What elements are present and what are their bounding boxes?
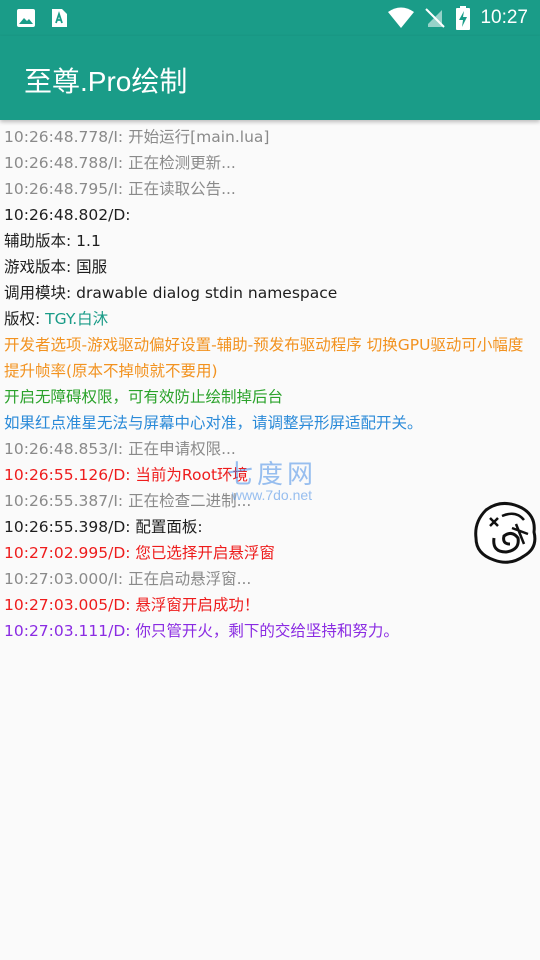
log-line: 10:27:03.005/D: 悬浮窗开启成功！ <box>4 596 260 614</box>
log-line-copyright: 版权: TGY.白沐 <box>4 306 536 332</box>
log-line: 开发者选项-游戏驱动偏好设置-辅助-预发布驱动程序 切换GPU驱动可小幅度提升帧… <box>4 336 524 380</box>
log-line: 10:27:03.111/D: 你只管开火，剩下的交给坚持和努力。 <box>4 622 399 640</box>
log-line: 调用模块: drawable dialog stdin namespace <box>4 284 338 302</box>
no-sim-icon <box>424 7 446 29</box>
log-line: 10:27:02.995/D: 您已选择开启悬浮窗 <box>4 544 275 562</box>
log-line: 10:26:48.778/I: 开始运行[main.lua] <box>4 128 270 146</box>
status-bar: 10:27 <box>0 0 540 36</box>
wifi-icon <box>388 7 415 29</box>
font-app-icon <box>50 8 68 28</box>
status-left <box>16 8 68 28</box>
log-line: 开启无障碍权限，可有效防止绘制掉后台 <box>4 388 284 406</box>
log-line: 游戏版本: 国服 <box>4 258 108 276</box>
copyright-label: 版权: <box>4 310 46 328</box>
app-bar: 至尊.Pro绘制 <box>0 36 540 120</box>
floating-window-icon <box>472 502 540 570</box>
battery-charging-icon <box>456 6 471 30</box>
floating-window-button[interactable] <box>472 500 540 566</box>
copyright-author: TGY.白沐 <box>45 310 109 328</box>
status-right: 10:27 <box>388 6 528 30</box>
log-line: 10:26:48.795/I: 正在读取公告... <box>4 180 236 198</box>
status-time: 10:27 <box>480 7 528 28</box>
log-line: 10:26:55.398/D: 配置面板: <box>4 518 203 536</box>
log-line: 如果红点准星无法与屏幕中心对准，请调整异形屏适配开关。 <box>4 414 423 432</box>
watermark-text: 七度网 <box>226 460 317 490</box>
watermark: 七度网 www.7do.net <box>212 454 332 503</box>
log-line: 10:27:03.000/I: 正在启动悬浮窗... <box>4 570 252 588</box>
log-line: 10:26:48.788/I: 正在检测更新... <box>4 154 236 172</box>
log-line: 辅助版本: 1.1 <box>4 232 101 250</box>
app-title: 至尊.Pro绘制 <box>24 66 188 97</box>
log-line: 10:26:48.802/D: <box>4 206 131 224</box>
log-output: 10:26:48.778/I: 开始运行[main.lua] 10:26:48.… <box>4 124 536 644</box>
image-icon <box>16 8 36 28</box>
